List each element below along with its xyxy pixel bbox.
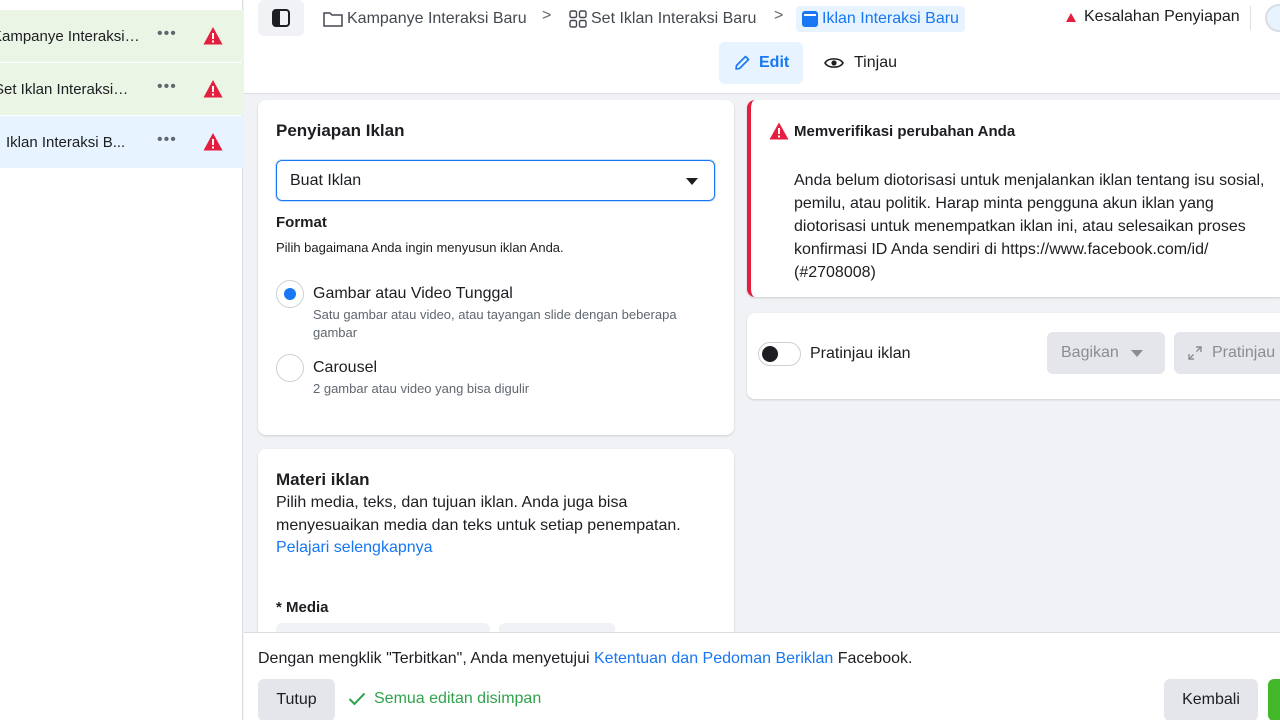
setup-error-label: Kesalahan Penyiapan xyxy=(1084,8,1240,25)
breadcrumb-label: Set Iklan Interaksi Baru xyxy=(591,10,757,27)
back-button[interactable]: Kembali xyxy=(1164,679,1258,720)
verification-title: Memverifikasi perubahan Anda xyxy=(794,123,1016,140)
format-description: Pilih bagaimana Anda ingin menyusun ikla… xyxy=(276,240,564,255)
tree-item-label: Set Iklan Interaksi ... xyxy=(0,80,129,98)
warning-icon xyxy=(203,80,223,98)
terms-notice: Dengan mengklik "Terbitkan", Anda menyet… xyxy=(258,650,912,668)
tree-item-label: Kampanye Interaksi B... xyxy=(0,27,142,45)
preview-button-label: Pratinjau xyxy=(1212,344,1276,361)
more-options-icon[interactable]: ••• xyxy=(157,132,177,148)
save-status: Semua editan disimpan xyxy=(348,690,541,708)
checkmark-icon xyxy=(348,692,366,706)
publish-button[interactable] xyxy=(1268,679,1280,720)
tab-edit-label: Edit xyxy=(759,54,790,71)
media-label: * Media xyxy=(276,599,329,616)
pencil-icon xyxy=(735,55,750,70)
format-title: Format xyxy=(276,214,327,231)
tab-edit[interactable]: Edit xyxy=(719,42,804,84)
warning-icon xyxy=(769,122,789,140)
ad-creative-title: Materi iklan xyxy=(276,470,370,489)
ad-setup-select-value: Buat Iklan xyxy=(290,171,362,189)
campaign-tree-panel: Kampanye Interaksi B... ••• Set Iklan In… xyxy=(0,0,243,720)
terms-link[interactable]: Ketentuan dan Pedoman Beriklan xyxy=(594,650,833,667)
more-options-icon[interactable]: ••• xyxy=(157,26,177,42)
tab-review-label: Tinjau xyxy=(854,54,897,71)
learn-more-link[interactable]: Pelajari selengkapnya xyxy=(276,539,433,557)
verification-alert: Memverifikasi perubahan Anda Anda belum … xyxy=(747,100,1280,297)
sidebar-toggle-button[interactable] xyxy=(258,0,304,36)
breadcrumb-label: Iklan Interaksi Baru xyxy=(822,10,959,27)
format-radio-single[interactable] xyxy=(276,280,304,308)
tree-item-ad[interactable]: Iklan Interaksi B... ••• xyxy=(0,116,243,168)
folder-icon xyxy=(323,12,343,27)
breadcrumb-campaign[interactable]: Kampanye Interaksi Baru xyxy=(323,6,527,32)
error-triangle-icon xyxy=(1066,12,1076,22)
ad-icon xyxy=(802,11,818,27)
share-button-label: Bagikan xyxy=(1061,344,1119,361)
terms-prefix: Dengan mengklik "Terbitkan", Anda menyet… xyxy=(258,650,594,667)
setup-error-link[interactable]: Kesalahan Penyiapan xyxy=(1066,6,1240,28)
chevron-down-icon xyxy=(1130,349,1143,357)
format-radio-carousel[interactable] xyxy=(276,354,304,382)
share-button[interactable]: Bagikan xyxy=(1047,332,1165,374)
ad-setup-select[interactable]: Buat Iklan xyxy=(276,160,715,201)
tree-item-adset[interactable]: Set Iklan Interaksi ... ••• xyxy=(0,63,243,115)
editor-footer: Dengan mengklik "Terbitkan", Anda menyet… xyxy=(244,632,1280,720)
eye-icon xyxy=(824,58,844,68)
format-option-desc: 2 gambar atau video yang bisa digulir xyxy=(313,381,530,396)
terms-suffix: Facebook. xyxy=(833,650,913,667)
ad-creative-description: Pilih media, teks, dan tujuan iklan. And… xyxy=(276,494,681,534)
sidebar-toggle-icon xyxy=(272,9,290,27)
tab-review[interactable]: Tinjau xyxy=(810,42,911,84)
verification-body: Anda belum diotorisasi untuk menjalankan… xyxy=(794,172,1265,281)
more-options-icon[interactable]: ••• xyxy=(157,79,177,95)
chevron-down-icon xyxy=(686,178,698,185)
close-button[interactable]: Tutup xyxy=(258,679,335,720)
breadcrumb-ad[interactable]: Iklan Interaksi Baru xyxy=(796,6,965,32)
breadcrumb-adset[interactable]: Set Iklan Interaksi Baru xyxy=(569,6,756,32)
header-divider xyxy=(1250,6,1251,30)
grid-icon xyxy=(569,10,587,28)
breadcrumb-label: Kampanye Interaksi Baru xyxy=(347,10,527,27)
tree-item-campaign[interactable]: Kampanye Interaksi B... ••• xyxy=(0,10,243,62)
ad-preview-label: Pratinjau iklan xyxy=(810,345,911,362)
ad-creative-card: Materi iklan Pilih media, teks, dan tuju… xyxy=(258,449,734,649)
save-status-label: Semua editan disimpan xyxy=(374,690,542,707)
format-option-title[interactable]: Gambar atau Video Tunggal xyxy=(313,285,513,303)
header-toggle-button[interactable] xyxy=(1265,4,1280,32)
format-option-desc: Satu gambar atau video, atau tayangan sl… xyxy=(313,307,677,340)
ad-setup-card: Penyiapan Iklan Buat Iklan Format Pilih … xyxy=(258,100,734,435)
ad-preview-toggle[interactable] xyxy=(758,342,801,366)
preview-button[interactable]: Pratinjau xyxy=(1174,332,1280,374)
tree-item-label: Iklan Interaksi B... xyxy=(6,133,126,151)
breadcrumb-separator: > xyxy=(774,7,784,24)
format-option-title[interactable]: Carousel xyxy=(313,359,377,377)
editor-header: Kampanye Interaksi Baru > Set Iklan Inte… xyxy=(244,0,1280,94)
ad-preview-card: Pratinjau iklan Bagikan Pratinjau xyxy=(747,313,1280,399)
ad-setup-title: Penyiapan Iklan xyxy=(276,121,405,140)
expand-icon xyxy=(1188,346,1202,360)
warning-icon xyxy=(203,27,223,45)
warning-icon xyxy=(203,133,223,151)
breadcrumb-separator: > xyxy=(542,7,552,24)
